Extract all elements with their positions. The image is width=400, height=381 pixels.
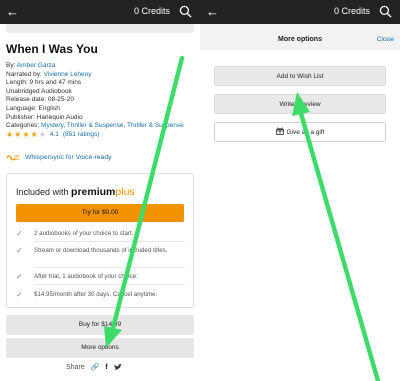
divider bbox=[35, 284, 185, 285]
premium-plus-heading: Included with premiumplus bbox=[16, 186, 135, 198]
more-options-panel: ← 0 Credits More options Close Add to Wi… bbox=[200, 0, 400, 381]
star-icon: ★ bbox=[6, 130, 14, 140]
give-as-gift-button[interactable]: Give as a gift bbox=[214, 122, 386, 142]
rating-value: 4.1 bbox=[49, 130, 59, 138]
star-icon: ★ bbox=[14, 130, 22, 140]
book-title: When I Was You bbox=[6, 42, 98, 56]
publisher-text: Publisher: Harlequin Audio bbox=[6, 113, 83, 121]
author-link[interactable]: Amber Garza bbox=[17, 62, 56, 69]
categories-links[interactable]: Mystery, Thriller & Suspense, Thriller &… bbox=[41, 122, 184, 129]
sheet-title: More options bbox=[278, 36, 322, 43]
by-label: By: bbox=[6, 62, 17, 69]
categories-label: Categories: bbox=[6, 122, 42, 130]
check-icon: ✓ bbox=[16, 246, 23, 255]
gift-icon bbox=[275, 127, 284, 135]
share-row: Share 🔗 f bbox=[66, 363, 122, 371]
narrated-label: Narrated by: bbox=[6, 70, 44, 78]
benefit-text: $14.95/month after 30 days. Cancel anyti… bbox=[34, 291, 158, 298]
buy-button[interactable]: Buy for $14.99 bbox=[6, 315, 194, 335]
length-text: Length: 9 hrs and 47 mins bbox=[6, 79, 82, 87]
narrator-link[interactable]: Vivienne Leheny bbox=[44, 71, 92, 78]
share-label: Share bbox=[66, 363, 85, 371]
whispersync-icon bbox=[6, 155, 19, 161]
whispersync-label: Whispersync for Voice-ready bbox=[25, 154, 112, 161]
rating-count: (851 ratings) bbox=[62, 130, 100, 138]
top-bar: ← 0 Credits bbox=[0, 0, 200, 24]
give-as-gift-label: Give as a gift bbox=[286, 129, 325, 136]
top-bar: ← 0 Credits bbox=[200, 0, 400, 24]
arrow-left-icon[interactable]: ← bbox=[6, 4, 19, 20]
language-text: Language: English bbox=[6, 104, 60, 112]
premium-plus-card: Included with premiumplus Try for $0.00 … bbox=[6, 173, 194, 308]
divider bbox=[35, 241, 185, 242]
search-icon[interactable] bbox=[179, 5, 192, 18]
twitter-icon[interactable] bbox=[113, 363, 122, 371]
more-options-button[interactable]: More options bbox=[6, 338, 194, 358]
write-review-button[interactable]: Write a review bbox=[214, 94, 386, 114]
star-empty-icon: ★ bbox=[38, 130, 46, 140]
credits-label: 0 Credits bbox=[133, 6, 170, 16]
close-button[interactable]: Close bbox=[377, 36, 394, 43]
rating-row[interactable]: ★ ★ ★ ★ ★ 4.1 (851 ratings) bbox=[6, 131, 196, 140]
search-icon[interactable] bbox=[379, 5, 392, 18]
benefit-text: Stream or download thousands of included… bbox=[34, 247, 168, 254]
book-detail-panel: ← 0 Credits When I Was You By: Amber Gar… bbox=[0, 0, 200, 381]
benefit-item: ✓ $14.95/month after 30 days. Cancel any… bbox=[16, 290, 188, 300]
star-icon: ★ bbox=[30, 130, 38, 140]
check-icon: ✓ bbox=[16, 272, 23, 281]
benefit-item: ✓ Stream or download thousands of includ… bbox=[16, 246, 188, 256]
brand-premium: premium bbox=[71, 186, 116, 198]
try-button[interactable]: Try for $0.00 bbox=[16, 204, 184, 222]
release-date-text: Release date: 08-25-20 bbox=[6, 96, 74, 104]
credits-label: 0 Credits bbox=[333, 6, 370, 16]
add-to-wish-list-button[interactable]: Add to Wish List bbox=[214, 66, 386, 86]
star-icon: ★ bbox=[22, 130, 30, 140]
benefit-item: ✓ 2 audiobooks of your choice to start. bbox=[16, 229, 188, 239]
format-text: Unabridged Audiobook bbox=[6, 87, 72, 95]
partial-button[interactable] bbox=[6, 24, 194, 33]
benefit-text: 2 audiobooks of your choice to start. bbox=[34, 230, 134, 237]
options-sheet: Add to Wish List Write a review Give as … bbox=[200, 50, 400, 381]
check-icon: ✓ bbox=[16, 229, 23, 238]
benefit-item: ✓ After trial, 1 audiobook of your choic… bbox=[16, 272, 188, 282]
brand-plus: plus bbox=[115, 186, 135, 198]
book-details: By: Amber Garza Narrated by: Vivienne Le… bbox=[6, 62, 196, 140]
check-icon: ✓ bbox=[16, 290, 23, 299]
whispersync-row[interactable]: Whispersync for Voice-ready bbox=[6, 153, 112, 162]
arrow-left-icon[interactable]: ← bbox=[206, 4, 219, 20]
facebook-icon[interactable]: f bbox=[105, 364, 107, 371]
included-with-text: Included with bbox=[16, 187, 72, 197]
divider bbox=[35, 267, 185, 268]
benefit-text: After trial, 1 audiobook of your choice. bbox=[34, 273, 138, 280]
link-icon[interactable]: 🔗 bbox=[91, 363, 100, 371]
